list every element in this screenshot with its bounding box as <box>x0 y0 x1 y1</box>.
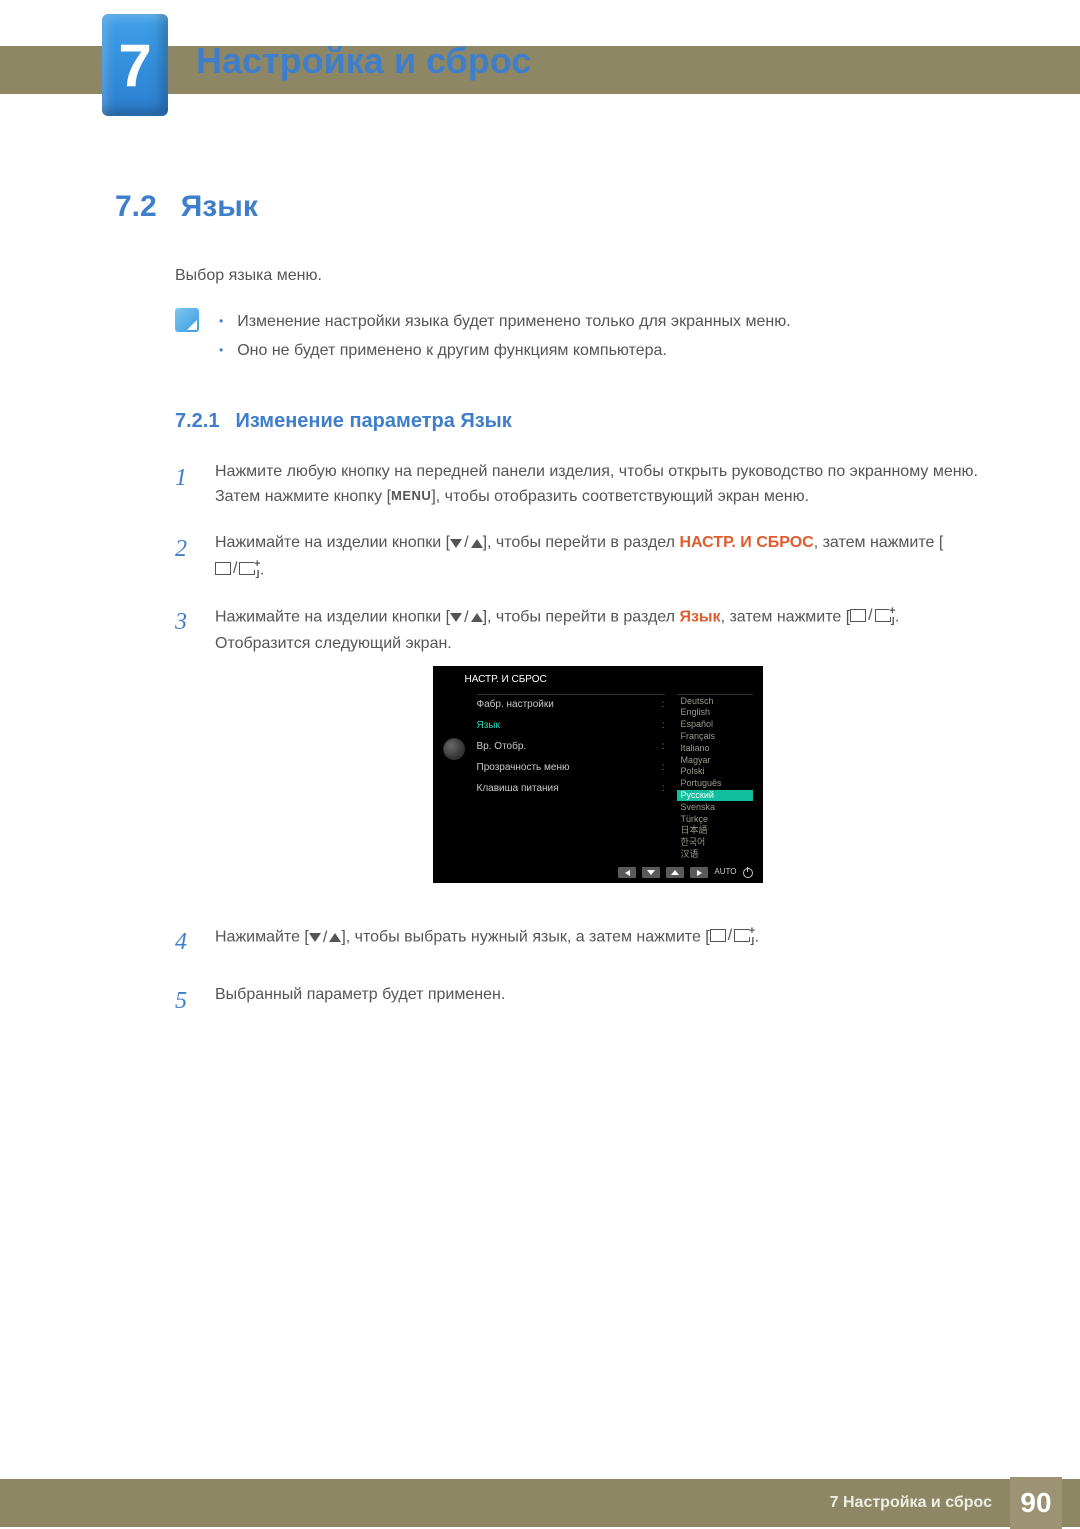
osd-language-item: English <box>677 707 753 719</box>
osd-auto-label: AUTO <box>714 866 736 879</box>
triangle-down-icon <box>309 933 321 942</box>
text: Нажимайте [ <box>215 928 309 945</box>
step-text: Нажмите любую кнопку на передней панели … <box>215 459 980 510</box>
osd-footer: AUTO <box>443 866 753 881</box>
footer-chapter-label: 7 Настройка и сброс <box>830 1494 992 1512</box>
step-number: 3 <box>175 603 195 903</box>
step-1: 1 Нажмите любую кнопку на передней панел… <box>175 459 980 510</box>
osd-language-item: Svenska <box>677 801 753 813</box>
osd-nav-down-icon <box>642 867 660 878</box>
note-block: Изменение настройки языка будет применен… <box>175 308 980 366</box>
text: ], чтобы перейти в раздел <box>483 534 680 551</box>
subsection-title: Изменение параметра Язык <box>235 410 511 433</box>
enter-icon: / <box>710 923 750 949</box>
step-5: 5 Выбранный параметр будет применен. <box>175 982 980 1020</box>
osd-menu-list: Фабр. настройки:Язык:Вр. Отобр.:Прозрачн… <box>477 694 665 800</box>
step-text: Нажимайте на изделии кнопки [ / ], чтобы… <box>215 530 980 583</box>
osd-language-item: Italiano <box>677 742 753 754</box>
osd-nav-left-icon <box>618 867 636 878</box>
step-number: 1 <box>175 459 195 510</box>
text: Нажимайте на изделии кнопки [ <box>215 534 450 551</box>
text: , затем нажмите [ <box>814 534 944 551</box>
osd-language-list: DeutschEnglishEspañolFrançaisItalianoMag… <box>677 694 753 860</box>
osd-language-item: Español <box>677 719 753 731</box>
osd-menu-item: Прозрачность меню: <box>477 758 665 779</box>
step-list: 1 Нажмите любую кнопку на передней панел… <box>175 459 980 1020</box>
osd-screenshot: НАСТР. И СБРОС Фабр. настройки:Язык:Вр. … <box>433 666 763 883</box>
note-item: Изменение настройки языка будет применен… <box>219 308 791 337</box>
osd-language-item: Türkçe <box>677 813 753 825</box>
osd-menu-item: Язык: <box>477 716 665 737</box>
osd-power-icon <box>743 868 753 878</box>
down-up-icon: / <box>450 530 482 556</box>
rect-icon <box>710 929 726 942</box>
subsection-heading: 7.2.1 Изменение параметра Язык <box>175 410 980 433</box>
subsection-number: 7.2.1 <box>175 410 219 433</box>
note-item: Оно не будет применено к другим функциям… <box>219 337 791 366</box>
step-number: 4 <box>175 923 195 961</box>
triangle-down-icon <box>450 539 462 548</box>
enter-icon: / <box>850 603 890 629</box>
highlighted-section: НАСТР. И СБРОС <box>679 534 813 551</box>
rect-icon <box>850 609 866 622</box>
page-footer: 7 Настройка и сброс 90 <box>0 1479 1080 1527</box>
osd-menu-item: Клавиша питания: <box>477 779 665 800</box>
step-text: Выбранный параметр будет применен. <box>215 982 505 1020</box>
rect-plus-icon <box>734 929 750 942</box>
osd-menu-item: Фабр. настройки: <box>477 695 665 716</box>
osd-language-item: 汉语 <box>677 849 753 861</box>
triangle-up-icon <box>329 933 341 942</box>
osd-language-item: Português <box>677 778 753 790</box>
osd-language-item: Magyar <box>677 754 753 766</box>
step-number: 5 <box>175 982 195 1020</box>
step-text: Нажимайте на изделии кнопки [ / ], чтобы… <box>215 603 980 903</box>
chapter-title: Настройка и сброс <box>196 40 531 82</box>
osd-language-item: Deutsch <box>677 695 753 707</box>
section-heading: 7.2 Язык <box>115 190 980 224</box>
page-number: 90 <box>1010 1477 1062 1529</box>
osd-language-item: 日本語 <box>677 825 753 837</box>
osd-dial-icon <box>443 738 465 760</box>
step-4: 4 Нажимайте [ / ], чтобы выбрать нужный … <box>175 923 980 961</box>
highlighted-section: Язык <box>679 608 720 625</box>
rect-plus-icon <box>875 609 891 622</box>
triangle-up-icon <box>471 539 483 548</box>
triangle-down-icon <box>450 613 462 622</box>
osd-language-item: Français <box>677 731 753 743</box>
osd-language-item: Polski <box>677 766 753 778</box>
rect-icon <box>215 562 231 575</box>
osd-menu-item: Вр. Отобр.: <box>477 737 665 758</box>
down-up-icon: / <box>450 605 482 631</box>
section-title: Язык <box>181 190 258 224</box>
step-text: Нажимайте [ / ], чтобы выбрать нужный яз… <box>215 923 759 961</box>
text: , затем нажмите [ <box>721 608 851 625</box>
section-intro: Выбор языка меню. <box>175 264 980 288</box>
enter-icon: / <box>215 556 255 582</box>
step-number: 2 <box>175 530 195 583</box>
triangle-up-icon <box>471 613 483 622</box>
text: ], чтобы перейти в раздел <box>483 608 680 625</box>
osd-language-item: Русский <box>677 790 753 802</box>
note-list: Изменение настройки языка будет применен… <box>219 308 791 366</box>
section-number: 7.2 <box>115 190 157 224</box>
text: ], чтобы выбрать нужный язык, а затем на… <box>341 928 709 945</box>
chapter-number-badge: 7 <box>102 14 168 116</box>
page-content: 7.2 Язык Выбор языка меню. Изменение нас… <box>115 190 980 1040</box>
text: Нажимайте на изделии кнопки [ <box>215 608 450 625</box>
osd-title: НАСТР. И СБРОС <box>465 672 753 688</box>
osd-language-item: 한국어 <box>677 837 753 849</box>
text: ], чтобы отобразить соответствующий экра… <box>431 488 809 505</box>
osd-nav-right-icon <box>690 867 708 878</box>
rect-plus-icon <box>239 562 255 575</box>
step-2: 2 Нажимайте на изделии кнопки [ / ], что… <box>175 530 980 583</box>
osd-nav-up-icon <box>666 867 684 878</box>
menu-key-label: MENU <box>391 488 431 503</box>
note-icon <box>175 308 199 332</box>
step-3: 3 Нажимайте на изделии кнопки [ / ], что… <box>175 603 980 903</box>
down-up-icon: / <box>309 925 341 951</box>
